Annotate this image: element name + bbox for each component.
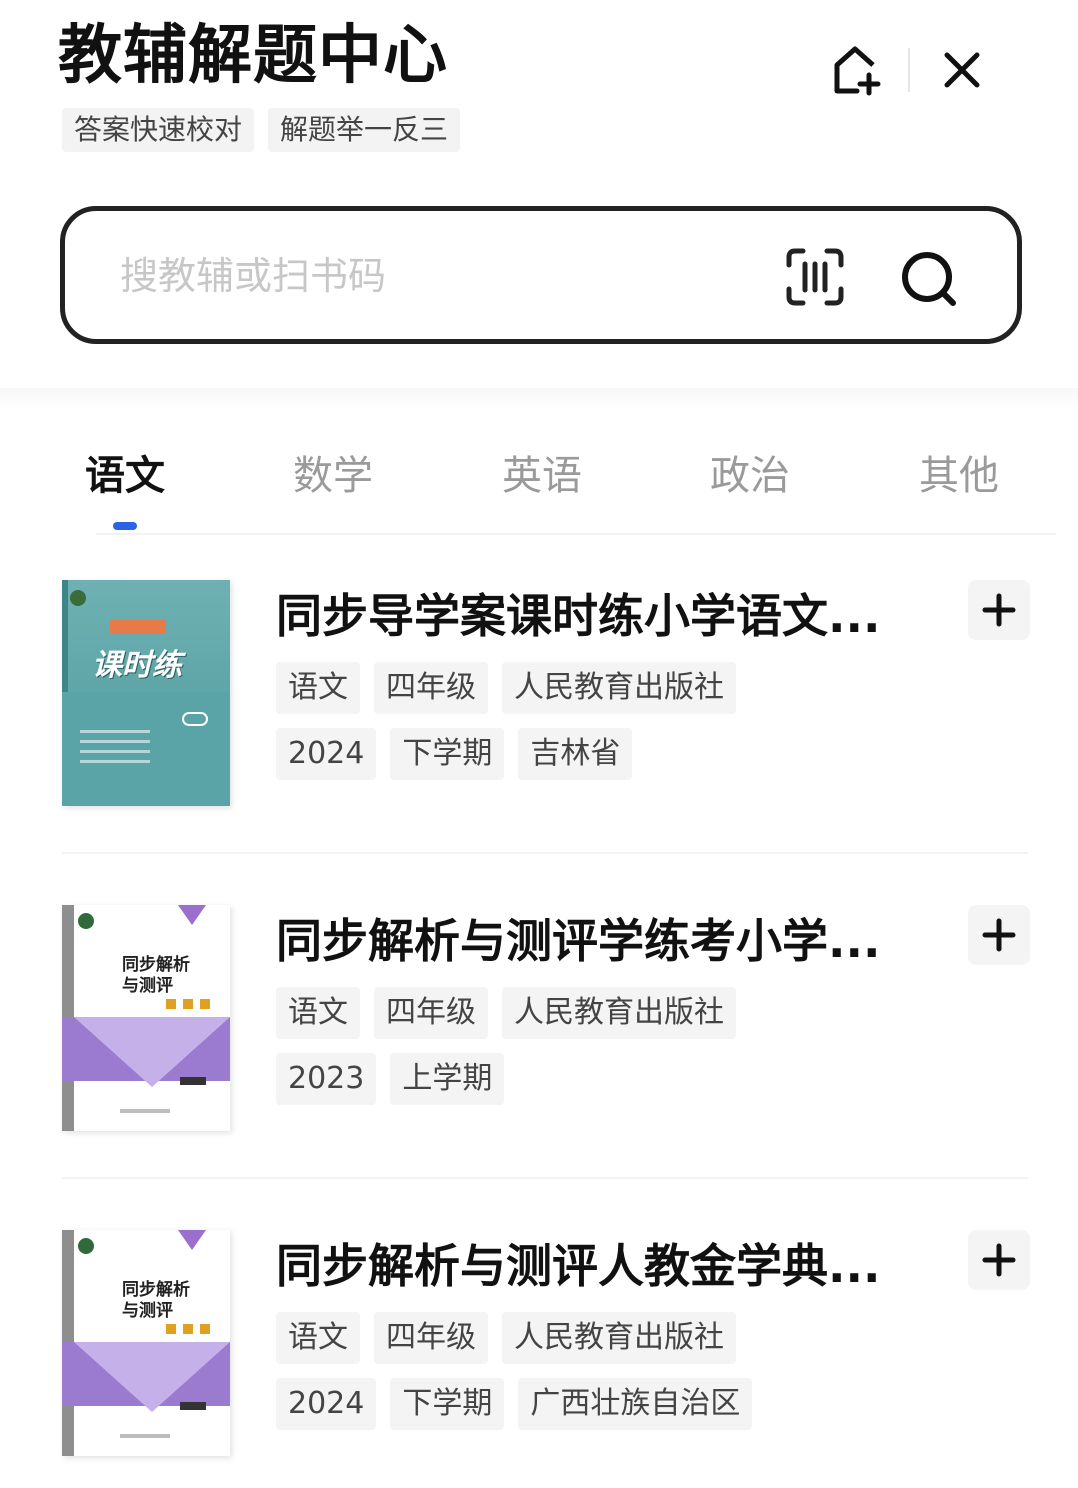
list-divider [62, 1177, 1028, 1179]
cover-triangle [178, 905, 206, 925]
book-tags: 2024 下学期 吉林省 [276, 728, 633, 780]
tag-subject: 语文 [276, 662, 360, 714]
publisher-emblem-icon [70, 590, 86, 606]
tag-term: 下学期 [390, 1378, 505, 1430]
tag-year: 2024 [276, 1378, 377, 1430]
add-book-button[interactable] [968, 1230, 1030, 1290]
book-list-item[interactable]: 课时练 同步导学案课时练小学语文... 语文 四年级 人民教育出版社 2024 … [0, 580, 1078, 840]
cover-text-line [80, 760, 150, 763]
cover-text-line [80, 750, 150, 753]
search-icon [902, 252, 956, 306]
scan-barcode-icon [786, 248, 844, 306]
feature-tag-solving: 解题举一反三 [268, 108, 461, 152]
tag-publisher: 人民教育出版社 [502, 987, 736, 1039]
cover-triangle [178, 1230, 206, 1250]
plus-icon [982, 918, 1016, 952]
tag-grade: 四年级 [374, 662, 488, 714]
cover-title: 同步解析 与测评 [122, 955, 190, 996]
tabs-divider [96, 533, 1056, 535]
plus-icon [982, 1243, 1016, 1277]
section-divider [0, 388, 1078, 410]
cover-subject-mark [180, 1077, 206, 1085]
list-divider [62, 852, 1028, 854]
page: 教辅解题中心 答案快速校对 解题举一反三 搜教辅或扫书码 语文 数学 英语 政治… [0, 0, 1078, 1488]
header-actions [826, 40, 992, 100]
page-title: 教辅解题中心 [58, 19, 448, 93]
cover-publisher-line [120, 1434, 170, 1438]
scan-book-code-button[interactable] [785, 247, 845, 307]
tag-publisher: 人民教育出版社 [502, 662, 736, 714]
search-button[interactable] [897, 247, 961, 311]
book-tags: 语文 四年级 人民教育出版社 [276, 1312, 736, 1364]
close-icon [944, 52, 980, 88]
cover-brand-mark [110, 620, 166, 634]
add-book-button[interactable] [968, 905, 1030, 965]
tag-grade: 四年级 [374, 987, 488, 1039]
book-tags: 2024 下学期 广西壮族自治区 [276, 1378, 753, 1430]
tag-subject: 语文 [276, 1312, 360, 1364]
cover-title: 同步解析 与测评 [122, 1280, 190, 1321]
book-list-item[interactable]: 同步解析 与测评 同步解析与测评人教金学典... 语文 四年级 人民教育出版社 2… [0, 1230, 1078, 1488]
header-tags: 答案快速校对 解题举一反三 [62, 108, 461, 152]
publisher-emblem-icon [78, 913, 94, 929]
book-cover-image: 同步解析 与测评 [62, 1230, 230, 1456]
cover-text-line [80, 730, 150, 733]
cover-text-line [80, 740, 150, 743]
cover-v-shape [74, 1017, 230, 1087]
book-tags: 2023 上学期 [276, 1053, 505, 1105]
book-title[interactable]: 同步解析与测评人教金学典... [276, 1236, 916, 1296]
tag-term: 上学期 [390, 1053, 505, 1105]
close-button[interactable] [932, 40, 992, 100]
subject-tabs: 语文 数学 英语 政治 其他 [0, 440, 1078, 530]
tag-publisher: 人民教育出版社 [502, 1312, 736, 1364]
tab-politics[interactable]: 政治 [710, 448, 790, 504]
feature-tag-answer-check: 答案快速校对 [62, 108, 255, 152]
active-tab-indicator [113, 522, 137, 530]
search-bar [60, 206, 1022, 344]
tag-term: 下学期 [390, 728, 505, 780]
cover-band [62, 692, 230, 806]
tab-english[interactable]: 英语 [502, 448, 582, 504]
cover-publisher-line [120, 1109, 170, 1113]
tab-chinese[interactable]: 语文 [85, 448, 165, 504]
publisher-emblem-icon [78, 1238, 94, 1254]
tab-math[interactable]: 数学 [293, 448, 373, 504]
cover-subject-mark [180, 1402, 206, 1410]
tag-grade: 四年级 [374, 1312, 488, 1364]
cover-v-shape [74, 1342, 230, 1412]
tag-subject: 语文 [276, 987, 360, 1039]
book-tags: 语文 四年级 人民教育出版社 [276, 662, 736, 714]
book-title[interactable]: 同步导学案课时练小学语文... [276, 586, 916, 646]
add-to-home-icon [834, 46, 881, 96]
tab-other[interactable]: 其他 [919, 448, 999, 504]
book-tags: 语文 四年级 人民教育出版社 [276, 987, 736, 1039]
tag-region: 广西壮族自治区 [518, 1378, 753, 1430]
book-list-item[interactable]: 同步解析 与测评 同步解析与测评学练考小学... 语文 四年级 人民教育出版社 2… [0, 905, 1078, 1165]
plus-icon [982, 593, 1016, 627]
cover-hearts-icon [166, 999, 210, 1009]
add-book-button[interactable] [968, 580, 1030, 640]
book-title[interactable]: 同步解析与测评学练考小学... [276, 911, 916, 971]
tag-year: 2024 [276, 728, 377, 780]
search-input[interactable] [120, 241, 760, 311]
tag-year: 2023 [276, 1053, 377, 1105]
cover-subject-badge [182, 712, 208, 726]
add-to-home-button[interactable] [826, 40, 886, 100]
header-divider [908, 48, 910, 92]
cover-hearts-icon [166, 1324, 210, 1334]
book-cover-image: 课时练 [62, 580, 230, 806]
cover-title: 课时练 [92, 648, 182, 683]
tag-region: 吉林省 [518, 728, 633, 780]
book-cover-image: 同步解析 与测评 [62, 905, 230, 1131]
